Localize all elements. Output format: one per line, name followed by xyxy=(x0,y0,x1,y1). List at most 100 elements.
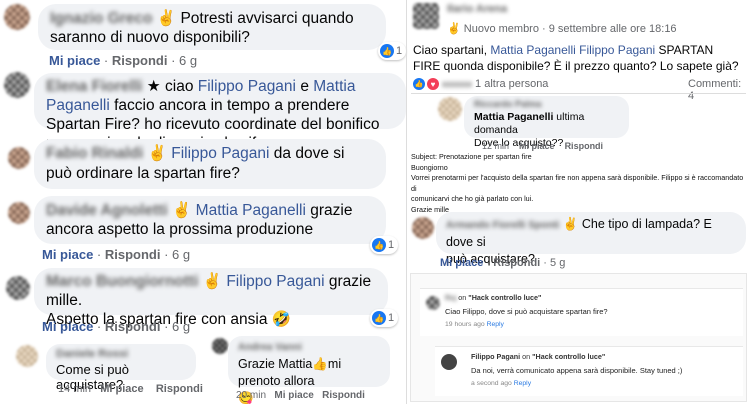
like-button[interactable]: Mi piace xyxy=(440,257,483,269)
avatar[interactable] xyxy=(4,72,30,98)
email-snippet: Subject: Prenotazione per spartan fire B… xyxy=(411,152,747,215)
like-button[interactable]: Mi piace xyxy=(49,53,100,68)
comment-bubble: Marco Buongiornotti ✌ Filippo Pagani gra… xyxy=(34,268,388,328)
timestamp[interactable]: 19 hours ago xyxy=(445,321,485,328)
reaction-count[interactable]: 👍 1 xyxy=(370,309,398,327)
commenter-name[interactable]: Daniele Rossi xyxy=(56,347,186,362)
comment-bubble: Riccardo Palma Mattia Paganelli ultima d… xyxy=(464,96,629,149)
commenter-name[interactable]: Filippo Pagani xyxy=(471,352,520,361)
fan-badge-icon: ✌ xyxy=(156,10,177,27)
like-icon: 👍 xyxy=(372,238,386,252)
post-meta: ✌ Nuovo membro · 9 settembre alle ore 18… xyxy=(447,22,677,35)
avatar[interactable] xyxy=(8,202,30,224)
mention-link[interactable]: Mattia Paganelli xyxy=(196,202,306,219)
like-button[interactable]: Mi piace xyxy=(519,141,555,151)
avatar[interactable] xyxy=(426,296,440,310)
avatar[interactable] xyxy=(4,4,30,30)
timestamp[interactable]: 6 g xyxy=(179,53,197,68)
comment-bubble: Ignazio Greco ✌ Potresti avvisarci quand… xyxy=(38,4,386,50)
comment-text: Ciao Filippo, dove si può acquistare spa… xyxy=(445,307,608,316)
avatar[interactable] xyxy=(412,217,434,239)
timestamp[interactable]: 6 g xyxy=(172,247,190,262)
timestamp[interactable]: a second ago xyxy=(471,380,512,387)
reply-button[interactable]: Rispondi xyxy=(105,247,161,262)
commenter-name[interactable]: Marco Buongiornotti xyxy=(46,273,198,290)
comment-actions: Mi piace · Rispondi · 6 g xyxy=(49,53,198,68)
comment-actions: Mi piace · Rispondi · 6 g xyxy=(42,247,191,262)
like-button[interactable]: Mi piace xyxy=(100,383,143,395)
like-button[interactable]: Mi piace xyxy=(274,390,313,401)
post-link[interactable]: "Hack controllo luce" xyxy=(468,293,541,302)
reply-button[interactable]: Rispondi xyxy=(105,319,161,334)
reaction-count[interactable]: 👍 1 xyxy=(370,236,398,254)
reply-button[interactable]: Rispondi xyxy=(112,53,168,68)
timestamp[interactable]: 20 min xyxy=(236,390,266,401)
commenter-name[interactable]: Armando Fiorelli Sponti xyxy=(446,220,559,231)
commenter-name[interactable]: Ruj xyxy=(445,295,456,302)
email-greeting: Buongiorno xyxy=(411,162,448,172)
mention-link[interactable]: Filippo Pagani xyxy=(226,273,324,290)
commenter-name[interactable]: Davide Agnoletti xyxy=(46,202,168,219)
reaction-count[interactable]: 👍 1 xyxy=(378,42,406,60)
avatar[interactable] xyxy=(438,97,462,121)
avatar[interactable] xyxy=(8,147,30,169)
reply-button[interactable]: Rispondi xyxy=(322,390,365,401)
member-badge[interactable]: Nuovo membro xyxy=(464,23,539,35)
reply-link[interactable]: Reply xyxy=(487,321,504,328)
comments-count[interactable]: Commenti: 4 xyxy=(688,78,750,102)
avatar[interactable] xyxy=(413,3,439,29)
avatar[interactable] xyxy=(212,338,228,354)
like-button[interactable]: Mi piace xyxy=(42,247,93,262)
timestamp[interactable]: 5 g xyxy=(550,257,565,269)
mention-link[interactable]: Filippo Pagani xyxy=(579,43,655,57)
site-comments-box: Ruj on "Hack controllo luce" Ciao Filipp… xyxy=(410,273,747,402)
comment-actions: 14 min Mi piace Rispondi xyxy=(58,383,203,395)
comment-actions: 12 min Mi piace Rispondi xyxy=(482,141,603,151)
email-body: Vorrei prenotarmi per l'acquisto della s… xyxy=(411,173,744,193)
new-member-icon: ✌ xyxy=(447,23,461,35)
comment-bubble: Armando Fiorelli Sponti ✌ Che tipo di la… xyxy=(436,212,746,266)
post-author[interactable]: Ilario Arena xyxy=(447,3,507,15)
avatar[interactable] xyxy=(6,276,30,300)
post-divider xyxy=(411,93,746,94)
site-comment-question: Ruj on "Hack controllo luce" Ciao Filipp… xyxy=(420,288,743,336)
commenter-name[interactable]: Andrea Vanni xyxy=(238,339,380,356)
email-body: comunicarvi che ho già parlato con lui. xyxy=(411,194,534,203)
reaction-summary[interactable]: 👍 ♥ xxxxxx 1 altra persona xyxy=(413,78,548,90)
post-date[interactable]: · 9 settembre alle ore 18:16 xyxy=(542,23,677,35)
like-icon: 👍 xyxy=(372,311,386,325)
fan-badge-icon: ✌ xyxy=(202,273,223,290)
comment-actions: Mi piace · Rispondi · 5 g xyxy=(440,257,566,269)
timestamp[interactable]: 12 min xyxy=(482,141,509,151)
comment-bubble: Davide Agnoletti ✌ Mattia Paganelli graz… xyxy=(34,196,386,244)
post-link[interactable]: "Hack controllo luce" xyxy=(532,352,605,361)
post-body: Ciao spartani, Mattia Paganelli Filippo … xyxy=(413,43,739,73)
commenter-name[interactable]: Ignazio Greco xyxy=(50,10,153,27)
commenter-name[interactable]: Elena Fiorelli xyxy=(46,78,142,95)
timestamp[interactable]: 6 g xyxy=(172,319,190,334)
comment-bubble: Andrea Vanni Grazie Mattia👍mi prenoto al… xyxy=(228,336,390,404)
fan-badge-icon: ✌ xyxy=(147,145,167,162)
comment-text: Da noi, verrà comunicato appena sarà dis… xyxy=(471,366,683,375)
heart-icon: ♥ xyxy=(427,78,439,90)
commenter-name[interactable]: Fabio Rinaldi xyxy=(46,145,143,162)
reply-link[interactable]: Reply xyxy=(514,380,531,387)
comment-bubble: Elena Fiorelli ★ ciao Filippo Pagani e M… xyxy=(34,73,406,152)
avatar[interactable] xyxy=(441,354,457,370)
mention-link[interactable]: Mattia Paganelli xyxy=(474,111,553,123)
mention-link[interactable]: Filippo Pagani xyxy=(171,145,269,162)
reply-button[interactable]: Rispondi xyxy=(493,257,540,269)
reply-button[interactable]: Rispondi xyxy=(156,383,203,395)
reply-button[interactable]: Rispondi xyxy=(565,141,604,151)
fan-badge-icon: ✌ xyxy=(172,202,192,219)
comment-actions: Mi piace · Rispondi · 6 g xyxy=(42,319,191,334)
mention-link[interactable]: Filippo Pagani xyxy=(198,78,296,95)
like-button[interactable]: Mi piace xyxy=(42,319,93,334)
mention-link[interactable]: Mattia Paganelli xyxy=(490,43,575,57)
screenshot-collage: Ignazio Greco ✌ Potresti avvisarci quand… xyxy=(0,0,750,404)
avatar[interactable] xyxy=(16,345,38,367)
commenter-name[interactable]: Riccardo Palma xyxy=(474,98,619,111)
laughing-emoji-icon: 🤣 xyxy=(271,311,292,328)
like-icon: 👍 xyxy=(380,44,394,58)
timestamp[interactable]: 14 min xyxy=(58,383,91,395)
